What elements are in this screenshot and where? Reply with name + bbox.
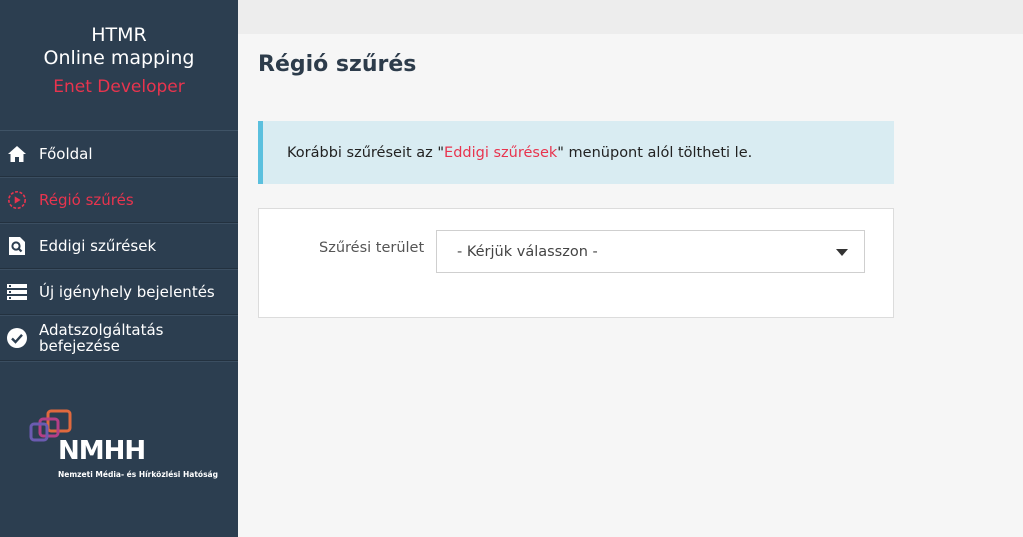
target-icon: [7, 190, 27, 210]
sidebar: HTMR Online mapping Enet Developer Főold…: [0, 0, 238, 537]
sidebar-item-new-request[interactable]: Új igényhely bejelentés: [0, 269, 238, 315]
logo-letters: NMHH: [58, 436, 146, 466]
info-alert: Korábbi szűréseit az " Eddigi szűrések " m…: [258, 121, 894, 184]
check-circle-icon: [7, 327, 27, 348]
sidebar-item-region-filter[interactable]: Régió szűrés: [0, 177, 238, 223]
top-bar: [238, 0, 1023, 34]
sidebar-item-label: Adatszolgáltatás befejezése: [39, 320, 164, 355]
sidebar-item-label: Régió szűrés: [39, 190, 134, 209]
sidebar-item-finish-data-service[interactable]: Adatszolgáltatás befejezése: [0, 315, 238, 361]
home-icon: [7, 144, 27, 164]
app-title-line1: HTMR: [91, 24, 147, 46]
alert-text-before: Korábbi szűréseit az ": [287, 144, 445, 161]
search-document-icon: [7, 236, 27, 256]
app-brand: HTMR Online mapping Enet Developer: [0, 24, 238, 99]
sidebar-item-previous-filters[interactable]: Eddigi szűrések: [0, 223, 238, 269]
sidebar-item-home[interactable]: Főoldal: [0, 131, 238, 177]
sidebar-nav: Főoldal Régió szűrés Eddigi szűrések Új …: [0, 130, 238, 361]
sidebar-item-label: Főoldal: [39, 144, 93, 163]
alert-text-after: " menüpont alól töltheti le.: [557, 144, 753, 161]
logo-caption: Nemzeti Média- és Hírközlési Hatóság: [58, 470, 218, 479]
filter-area-select-value: - Kérjük válasszon -: [457, 243, 598, 260]
list-icon: [7, 282, 27, 302]
sidebar-item-label: Új igényhely bejelentés: [39, 282, 215, 301]
page-title: Régió szűrés: [258, 52, 417, 77]
nmhh-logo: NMHH Nemzeti Média- és Hírközlési Hatósá…: [28, 408, 218, 488]
previous-filters-link[interactable]: Eddigi szűrések: [444, 145, 557, 161]
filter-area-label: Szűrési terület: [319, 240, 425, 256]
chevron-down-icon: [836, 249, 848, 256]
app-title-line2: Online mapping: [43, 47, 195, 69]
filter-area-select[interactable]: - Kérjük válasszon -: [436, 230, 865, 273]
filter-form-panel: Szűrési terület - Kérjük válasszon -: [258, 208, 894, 318]
app-subtitle: Enet Developer: [53, 77, 185, 97]
sidebar-item-label: Eddigi szűrések: [39, 236, 157, 255]
